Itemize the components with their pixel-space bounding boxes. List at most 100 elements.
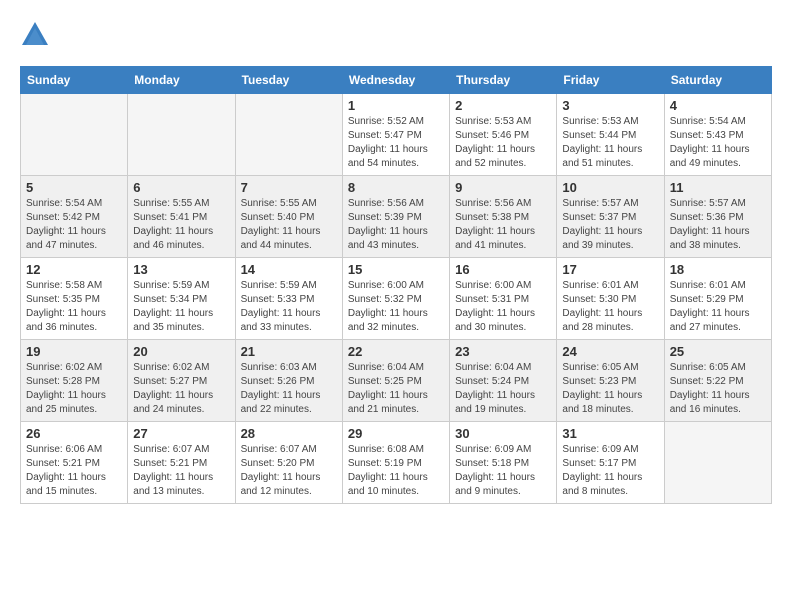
day-number: 11 bbox=[670, 180, 766, 195]
calendar-day-cell: 11 Sunrise: 5:57 AMSunset: 5:36 PMDayligh… bbox=[664, 176, 771, 258]
day-detail: Sunrise: 6:05 AMSunset: 5:23 PMDaylight:… bbox=[562, 361, 658, 417]
day-number: 25 bbox=[670, 344, 766, 359]
calendar-day-cell: 16Sunrise: 6:00 AMSunset: 5:31 PMDayligh… bbox=[450, 258, 557, 340]
header-sunday: Sunday bbox=[21, 67, 128, 94]
page-header bbox=[20, 20, 772, 50]
day-number: 20 bbox=[133, 344, 229, 359]
calendar-day-cell: 6 Sunrise: 5:55 AMSunset: 5:41 PMDaylight… bbox=[128, 176, 235, 258]
day-number: 19 bbox=[26, 344, 122, 359]
calendar-day-cell: 13Sunrise: 5:59 AMSunset: 5:34 PMDayligh… bbox=[128, 258, 235, 340]
day-number: 16 bbox=[455, 262, 551, 277]
calendar-day-cell: 31 Sunrise: 6:09 AMSunset: 5:17 PMDayligh… bbox=[557, 422, 664, 504]
calendar-day-cell: 21 Sunrise: 6:03 AMSunset: 5:26 PMDayligh… bbox=[235, 340, 342, 422]
day-detail: Sunrise: 6:09 AMSunset: 5:18 PMDaylight:… bbox=[455, 443, 551, 499]
day-number: 28 bbox=[241, 426, 337, 441]
day-detail: Sunrise: 5:59 AMSunset: 5:34 PMDaylight:… bbox=[133, 279, 229, 335]
day-detail: Sunrise: 6:00 AMSunset: 5:32 PMDaylight:… bbox=[348, 279, 444, 335]
calendar-day-cell: 30 Sunrise: 6:09 AMSunset: 5:18 PMDayligh… bbox=[450, 422, 557, 504]
day-number: 10 bbox=[562, 180, 658, 195]
day-detail: Sunrise: 5:52 AMSunset: 5:47 PMDaylight:… bbox=[348, 115, 444, 171]
day-detail: Sunrise: 5:56 AMSunset: 5:38 PMDaylight:… bbox=[455, 197, 551, 253]
day-number: 31 bbox=[562, 426, 658, 441]
day-number: 12 bbox=[26, 262, 122, 277]
day-detail: Sunrise: 6:02 AMSunset: 5:28 PMDaylight:… bbox=[26, 361, 122, 417]
calendar-day-cell: 2Sunrise: 5:53 AMSunset: 5:46 PMDaylight… bbox=[450, 94, 557, 176]
header-thursday: Thursday bbox=[450, 67, 557, 94]
day-detail: Sunrise: 5:55 AMSunset: 5:40 PMDaylight:… bbox=[241, 197, 337, 253]
day-detail: Sunrise: 5:57 AMSunset: 5:36 PMDaylight:… bbox=[670, 197, 766, 253]
day-detail: Sunrise: 6:09 AMSunset: 5:17 PMDaylight:… bbox=[562, 443, 658, 499]
calendar-day-cell: 15 Sunrise: 6:00 AMSunset: 5:32 PMDayligh… bbox=[342, 258, 449, 340]
calendar-day-cell: 12Sunrise: 5:58 AMSunset: 5:35 PMDayligh… bbox=[21, 258, 128, 340]
day-detail: Sunrise: 6:06 AMSunset: 5:21 PMDaylight:… bbox=[26, 443, 122, 499]
day-number: 18 bbox=[670, 262, 766, 277]
calendar-day-cell: 24 Sunrise: 6:05 AMSunset: 5:23 PMDayligh… bbox=[557, 340, 664, 422]
header-friday: Friday bbox=[557, 67, 664, 94]
calendar-day-cell: 22 Sunrise: 6:04 AMSunset: 5:25 PMDayligh… bbox=[342, 340, 449, 422]
day-detail: Sunrise: 6:03 AMSunset: 5:26 PMDaylight:… bbox=[241, 361, 337, 417]
header-wednesday: Wednesday bbox=[342, 67, 449, 94]
day-number: 3 bbox=[562, 98, 658, 113]
day-detail: Sunrise: 5:57 AMSunset: 5:37 PMDaylight:… bbox=[562, 197, 658, 253]
calendar-table: SundayMondayTuesdayWednesdayThursdayFrid… bbox=[20, 66, 772, 504]
day-number: 22 bbox=[348, 344, 444, 359]
day-number: 23 bbox=[455, 344, 551, 359]
calendar-day-cell bbox=[235, 94, 342, 176]
day-detail: Sunrise: 6:07 AMSunset: 5:20 PMDaylight:… bbox=[241, 443, 337, 499]
calendar-day-cell bbox=[21, 94, 128, 176]
day-detail: Sunrise: 6:07 AMSunset: 5:21 PMDaylight:… bbox=[133, 443, 229, 499]
calendar-day-cell: 17Sunrise: 6:01 AMSunset: 5:30 PMDayligh… bbox=[557, 258, 664, 340]
header-saturday: Saturday bbox=[664, 67, 771, 94]
calendar-header-row: SundayMondayTuesdayWednesdayThursdayFrid… bbox=[21, 67, 772, 94]
calendar-week-row: 5Sunrise: 5:54 AMSunset: 5:42 PMDaylight… bbox=[21, 176, 772, 258]
day-detail: Sunrise: 5:55 AMSunset: 5:41 PMDaylight:… bbox=[133, 197, 229, 253]
calendar-day-cell bbox=[128, 94, 235, 176]
day-number: 27 bbox=[133, 426, 229, 441]
calendar-day-cell: 14 Sunrise: 5:59 AMSunset: 5:33 PMDayligh… bbox=[235, 258, 342, 340]
calendar-day-cell: 1 Sunrise: 5:52 AMSunset: 5:47 PMDaylight… bbox=[342, 94, 449, 176]
day-detail: Sunrise: 6:01 AMSunset: 5:29 PMDaylight:… bbox=[670, 279, 766, 335]
day-number: 29 bbox=[348, 426, 444, 441]
calendar-day-cell: 28 Sunrise: 6:07 AMSunset: 5:20 PMDayligh… bbox=[235, 422, 342, 504]
logo-icon bbox=[20, 20, 50, 50]
day-detail: Sunrise: 5:53 AMSunset: 5:46 PMDaylight:… bbox=[455, 115, 551, 171]
logo bbox=[20, 20, 54, 50]
calendar-day-cell: 10 Sunrise: 5:57 AMSunset: 5:37 PMDayligh… bbox=[557, 176, 664, 258]
day-number: 4 bbox=[670, 98, 766, 113]
day-detail: Sunrise: 6:02 AMSunset: 5:27 PMDaylight:… bbox=[133, 361, 229, 417]
day-detail: Sunrise: 6:05 AMSunset: 5:22 PMDaylight:… bbox=[670, 361, 766, 417]
calendar-week-row: 26Sunrise: 6:06 AMSunset: 5:21 PMDayligh… bbox=[21, 422, 772, 504]
calendar-week-row: 1 Sunrise: 5:52 AMSunset: 5:47 PMDaylight… bbox=[21, 94, 772, 176]
calendar-week-row: 12Sunrise: 5:58 AMSunset: 5:35 PMDayligh… bbox=[21, 258, 772, 340]
day-detail: Sunrise: 6:04 AMSunset: 5:24 PMDaylight:… bbox=[455, 361, 551, 417]
calendar-day-cell: 5Sunrise: 5:54 AMSunset: 5:42 PMDaylight… bbox=[21, 176, 128, 258]
day-number: 30 bbox=[455, 426, 551, 441]
calendar-day-cell: 19 Sunrise: 6:02 AMSunset: 5:28 PMDayligh… bbox=[21, 340, 128, 422]
day-number: 1 bbox=[348, 98, 444, 113]
day-detail: Sunrise: 5:59 AMSunset: 5:33 PMDaylight:… bbox=[241, 279, 337, 335]
day-number: 6 bbox=[133, 180, 229, 195]
calendar-day-cell: 7Sunrise: 5:55 AMSunset: 5:40 PMDaylight… bbox=[235, 176, 342, 258]
calendar-day-cell bbox=[664, 422, 771, 504]
day-number: 17 bbox=[562, 262, 658, 277]
calendar-week-row: 19 Sunrise: 6:02 AMSunset: 5:28 PMDayligh… bbox=[21, 340, 772, 422]
day-number: 15 bbox=[348, 262, 444, 277]
day-number: 14 bbox=[241, 262, 337, 277]
calendar-day-cell: 23 Sunrise: 6:04 AMSunset: 5:24 PMDayligh… bbox=[450, 340, 557, 422]
calendar-day-cell: 18 Sunrise: 6:01 AMSunset: 5:29 PMDayligh… bbox=[664, 258, 771, 340]
day-detail: Sunrise: 5:56 AMSunset: 5:39 PMDaylight:… bbox=[348, 197, 444, 253]
calendar-day-cell: 9Sunrise: 5:56 AMSunset: 5:38 PMDaylight… bbox=[450, 176, 557, 258]
day-detail: Sunrise: 5:54 AMSunset: 5:43 PMDaylight:… bbox=[670, 115, 766, 171]
day-number: 5 bbox=[26, 180, 122, 195]
calendar-day-cell: 29 Sunrise: 6:08 AMSunset: 5:19 PMDayligh… bbox=[342, 422, 449, 504]
day-number: 21 bbox=[241, 344, 337, 359]
calendar-day-cell: 8 Sunrise: 5:56 AMSunset: 5:39 PMDaylight… bbox=[342, 176, 449, 258]
day-detail: Sunrise: 5:53 AMSunset: 5:44 PMDaylight:… bbox=[562, 115, 658, 171]
calendar-day-cell: 20 Sunrise: 6:02 AMSunset: 5:27 PMDayligh… bbox=[128, 340, 235, 422]
day-detail: Sunrise: 6:04 AMSunset: 5:25 PMDaylight:… bbox=[348, 361, 444, 417]
calendar-day-cell: 4 Sunrise: 5:54 AMSunset: 5:43 PMDaylight… bbox=[664, 94, 771, 176]
header-monday: Monday bbox=[128, 67, 235, 94]
day-number: 24 bbox=[562, 344, 658, 359]
day-number: 8 bbox=[348, 180, 444, 195]
day-detail: Sunrise: 6:08 AMSunset: 5:19 PMDaylight:… bbox=[348, 443, 444, 499]
